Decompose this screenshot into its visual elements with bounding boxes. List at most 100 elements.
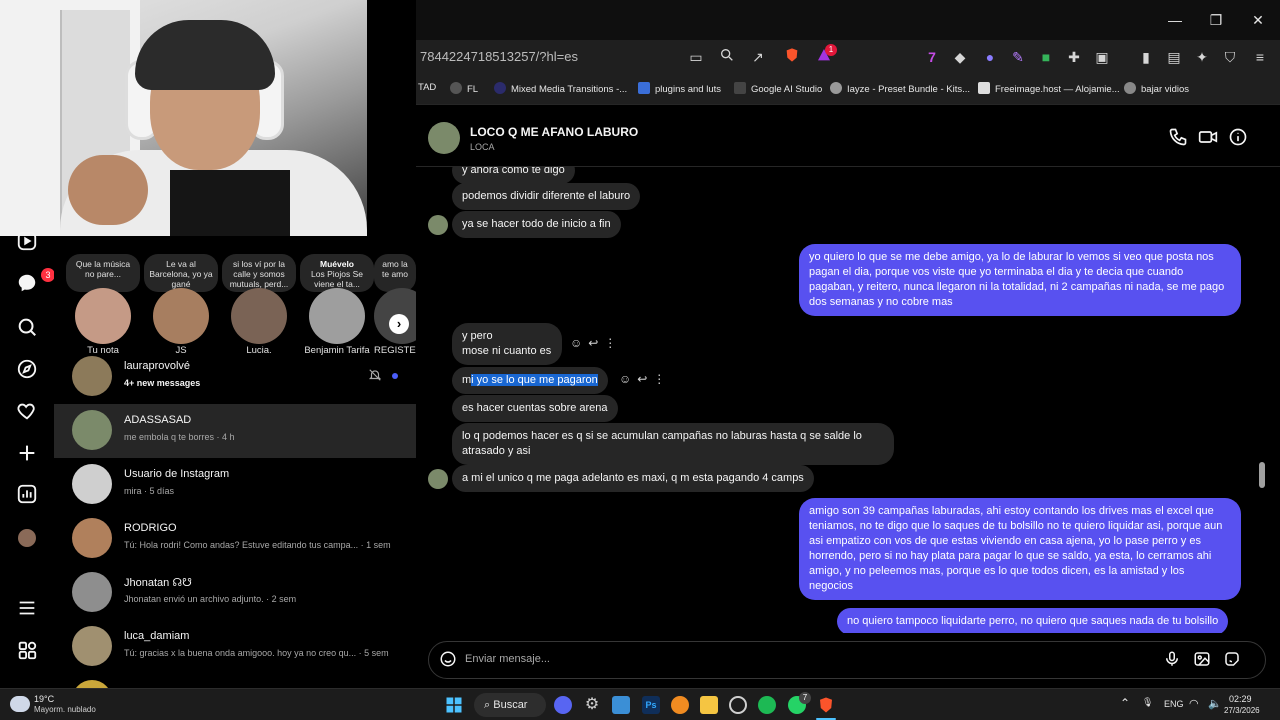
taskbar-search[interactable]: ⌕ Buscar	[474, 693, 546, 717]
avatar[interactable]	[428, 122, 460, 154]
apps-icon[interactable]	[14, 639, 40, 665]
microphone-icon[interactable]: 🎙	[1142, 697, 1153, 708]
message-composer[interactable]: Enviar mensaje...	[428, 641, 1266, 679]
zoom-icon[interactable]	[717, 47, 737, 67]
message-incoming[interactable]: podemos dividir diferente el laburo	[452, 183, 641, 210]
chevron-up-icon[interactable]: ⌃	[1120, 696, 1130, 710]
create-icon[interactable]	[14, 442, 40, 468]
fl-studio-icon[interactable]	[671, 696, 689, 714]
message-actions[interactable]: ☺↩⋮	[570, 336, 622, 350]
dashboard-icon[interactable]	[14, 483, 40, 509]
sticker-icon[interactable]	[1223, 650, 1243, 670]
bookmark-item[interactable]: FL	[450, 82, 478, 95]
sidebar-icon[interactable]: ▮	[1136, 47, 1156, 67]
phone-icon[interactable]	[1168, 127, 1190, 149]
weather-desc[interactable]: Mayorm. nublado	[34, 705, 96, 714]
vpn-shield-icon[interactable]: ⛉	[1220, 47, 1240, 67]
photoshop-icon[interactable]: Ps	[642, 696, 660, 714]
bookmark-item[interactable]: Iayze - Preset Bundle - Kits...	[830, 82, 970, 95]
bookmark-item[interactable]: TAD	[418, 82, 436, 93]
leo-ai-icon[interactable]: ✦	[1192, 47, 1212, 67]
microphone-icon[interactable]	[1163, 650, 1183, 670]
conversation-item[interactable]: Usuario de Instagram mira · 5 días	[54, 458, 416, 512]
bookmark-item[interactable]: Mixed Media Transitions -...	[494, 82, 627, 95]
clock-time[interactable]: 02:29	[1229, 694, 1252, 704]
cast-icon[interactable]: ▭	[686, 47, 706, 67]
explore-icon[interactable]	[14, 358, 40, 384]
note-item[interactable]: Que la música no pare... Tu nota	[66, 254, 140, 356]
whatsapp-icon[interactable]: 7	[788, 692, 811, 714]
scrollbar-thumb[interactable]	[1259, 462, 1265, 488]
wallet-icon[interactable]: ▤	[1164, 47, 1184, 67]
emoji-icon[interactable]	[439, 650, 459, 670]
message-incoming[interactable]: mi yo se lo que me pagaron	[452, 367, 608, 394]
obs-icon[interactable]	[729, 696, 747, 714]
message-actions[interactable]: ☺↩⋮	[619, 372, 671, 386]
clock-date[interactable]: 27/3/2026	[1224, 706, 1260, 715]
file-explorer-icon[interactable]	[700, 696, 718, 714]
search-icon[interactable]	[14, 316, 40, 342]
extension-icon[interactable]: 7	[922, 47, 942, 67]
conversation-item[interactable]: luca_damiam Tú: gracias x la buena onda …	[54, 620, 416, 674]
note-item[interactable]: Le va al Barcelona, yo ya gané JS	[144, 254, 218, 356]
conversation-item[interactable]: ADASSASAD me embola q te borres · 4 h	[54, 404, 416, 458]
video-call-icon[interactable]	[1198, 127, 1220, 149]
heart-icon[interactable]	[14, 400, 40, 426]
address-bar[interactable]: 7844224718513257/?hl=es ▭ ↗ 1 7 ◆ ● ✎ ■ …	[416, 42, 1280, 72]
message-input[interactable]: Enviar mensaje...	[465, 653, 550, 665]
brave-shield-icon[interactable]	[782, 47, 802, 67]
minimize-icon[interactable]: —	[1165, 10, 1185, 30]
brave-browser-icon[interactable]	[817, 696, 835, 714]
message-incoming[interactable]: y pero mose ni cuanto es	[452, 323, 562, 365]
conversation-item[interactable]	[54, 674, 416, 688]
bookmark-item[interactable]: Freeimage.host — Alojamie...	[978, 82, 1120, 95]
message-incoming[interactable]: y ahora como te digo	[452, 167, 575, 184]
message-incoming[interactable]: lo q podemos hacer es q si se acumulan c…	[452, 423, 894, 465]
message-outgoing[interactable]: yo quiero lo que se me debe amigo, ya lo…	[799, 244, 1241, 316]
volume-icon[interactable]: 🔈	[1208, 697, 1222, 710]
discord-extension-icon[interactable]: ●	[980, 47, 1000, 67]
reels-icon[interactable]	[14, 230, 40, 256]
profile-avatar[interactable]	[14, 525, 40, 551]
message-outgoing[interactable]: no quiero tampoco liquidarte perro, no q…	[837, 608, 1229, 633]
spotify-icon[interactable]	[758, 696, 776, 714]
chevron-right-icon[interactable]: ›	[389, 314, 409, 334]
windows-start-icon[interactable]	[445, 696, 463, 714]
brave-rewards-icon[interactable]: 1	[814, 44, 837, 67]
message-outgoing[interactable]: amigo son 39 campañas laburadas, ahi est…	[799, 498, 1241, 600]
share-icon[interactable]: ↗	[748, 47, 768, 67]
close-icon[interactable]: ✕	[1248, 10, 1268, 30]
extension-icon[interactable]: ✎	[1008, 47, 1028, 67]
menu-icon[interactable]: ≡	[1250, 47, 1270, 67]
note-item[interactable]: Muévelo Los Piojos Se viene el ta... Benj…	[300, 254, 374, 356]
extension-icon[interactable]: ■	[1036, 47, 1056, 67]
weather-temp[interactable]: 19°C	[34, 694, 54, 704]
conversation-item[interactable]: RODRIGO Tú: Hola rodri! Como andas? Estu…	[54, 512, 416, 566]
conversation-item[interactable]: Jhonatan ☊☋ Jhonatan envió un archivo ad…	[54, 566, 416, 620]
bookmark-item[interactable]: Google AI Studio	[734, 82, 822, 95]
chat-title[interactable]: LOCO Q ME AFANO LABURO	[470, 125, 638, 139]
message-incoming[interactable]: es hacer cuentas sobre arena	[452, 395, 618, 422]
wifi-icon[interactable]: ◠	[1189, 697, 1199, 710]
bookmark-item[interactable]: plugins and luts	[638, 82, 721, 95]
app-icon[interactable]	[612, 696, 630, 714]
info-icon[interactable]	[1228, 127, 1250, 149]
messages-icon[interactable]: 3	[14, 268, 55, 298]
scrollbar[interactable]	[1258, 177, 1266, 627]
note-item[interactable]: si los ví por la calle y somos mutuals, …	[222, 254, 296, 356]
puzzle-icon[interactable]: ✚	[1064, 47, 1084, 67]
discord-icon[interactable]	[554, 696, 572, 714]
note-item[interactable]: amo la te amo REGISTE...	[374, 254, 416, 356]
conversation-item[interactable]: lauraprovolvé 4+ new messages	[54, 350, 416, 404]
message-incoming[interactable]: ya se hacer todo de inicio a fin	[452, 211, 621, 238]
extension-icon[interactable]: ◆	[950, 47, 970, 67]
message-incoming[interactable]: a mi el unico q me paga adelanto es maxi…	[452, 465, 814, 492]
url-text[interactable]: 7844224718513257/?hl=es	[420, 49, 578, 64]
settings-gear-icon[interactable]: ⚙	[583, 696, 601, 714]
extension-icon[interactable]: ▣	[1092, 47, 1112, 67]
image-icon[interactable]	[1193, 650, 1213, 670]
bookmark-item[interactable]: bajar vidios	[1124, 82, 1189, 95]
language-indicator[interactable]: ENG	[1164, 699, 1184, 709]
menu-icon[interactable]	[14, 597, 40, 623]
restore-icon[interactable]: ❐	[1206, 10, 1226, 30]
